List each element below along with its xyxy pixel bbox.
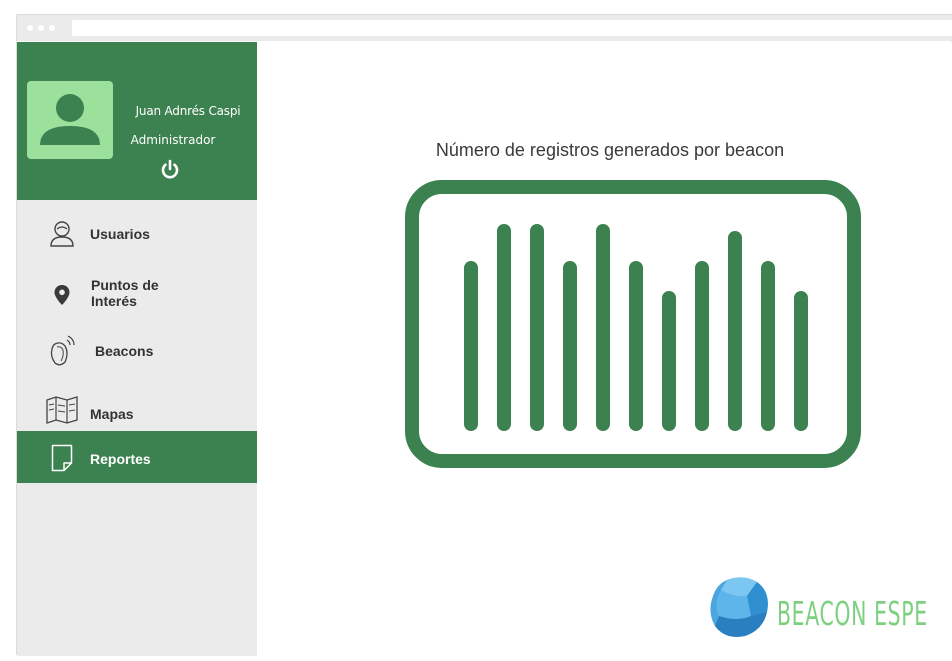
user-icon — [49, 220, 75, 251]
user-role: Administrador — [130, 133, 216, 147]
profile-panel: Juan Adnrés Caspi Administrador — [17, 42, 257, 200]
sidebar-item-beacons[interactable]: Beacons — [17, 324, 257, 376]
brand-text: BEACON ESPE — [777, 594, 928, 633]
address-bar[interactable] — [72, 20, 952, 36]
sidebar-item-reportes[interactable]: Reportes — [17, 431, 257, 483]
sidebar-item-label: Usuarios — [90, 226, 150, 242]
browser-titlebar — [17, 15, 952, 41]
power-icon[interactable] — [158, 157, 182, 181]
sidebar-item-label: Mapas — [90, 406, 134, 422]
window-dot-1[interactable] — [27, 25, 33, 31]
report-title: Número de registros generados por beacon — [435, 140, 785, 160]
sidebar-item-label: Reportes — [90, 451, 151, 467]
sidebar-item-label: Puntos de Interés — [91, 277, 159, 309]
beacon-icon — [47, 334, 77, 371]
brand-logo: BEACON ESPE — [707, 572, 952, 652]
user-avatar-icon — [27, 81, 113, 159]
document-icon — [51, 444, 73, 475]
map-icon — [45, 396, 79, 427]
window-controls — [27, 25, 55, 31]
sidebar-item-usuarios[interactable]: Usuarios — [17, 207, 257, 259]
window-dot-2[interactable] — [38, 25, 44, 31]
browser-window: Juan Adnrés Caspi Administrador Usuarios — [16, 14, 952, 656]
beacon-stone-icon — [710, 577, 768, 637]
sidebar-item-label: Beacons — [95, 343, 154, 359]
window-dot-3[interactable] — [49, 25, 55, 31]
main-content: Número de registros generados por beacon — [257, 42, 952, 656]
sidebar: Juan Adnrés Caspi Administrador Usuarios — [17, 42, 257, 656]
map-pin-icon — [53, 284, 71, 309]
bar-chart-icon[interactable] — [405, 180, 861, 468]
user-name: Juan Adnrés Caspi — [135, 104, 241, 118]
sidebar-item-puntos-de-interes[interactable]: Puntos de Interés — [17, 269, 257, 321]
